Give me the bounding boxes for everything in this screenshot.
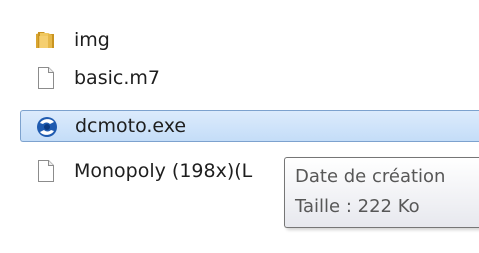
file-info-tooltip: Date de création Taille : 222 Ko bbox=[284, 157, 479, 228]
tooltip-date-created: Date de création bbox=[295, 166, 446, 187]
document-icon bbox=[34, 159, 58, 183]
file-name: Monopoly (198x)(L bbox=[74, 160, 253, 182]
document-icon bbox=[34, 66, 58, 90]
file-name: img bbox=[74, 29, 110, 51]
folder-icon bbox=[34, 28, 58, 52]
file-item-img[interactable]: img bbox=[20, 24, 479, 56]
file-name: basic.m7 bbox=[74, 67, 160, 89]
application-icon bbox=[35, 115, 59, 139]
file-item-basic-m7[interactable]: basic.m7 bbox=[20, 62, 479, 94]
file-name: dcmoto.exe bbox=[75, 115, 187, 137]
tooltip-size: Taille : 222 Ko bbox=[295, 196, 420, 217]
file-item-dcmoto-exe[interactable]: dcmoto.exe bbox=[20, 110, 479, 142]
